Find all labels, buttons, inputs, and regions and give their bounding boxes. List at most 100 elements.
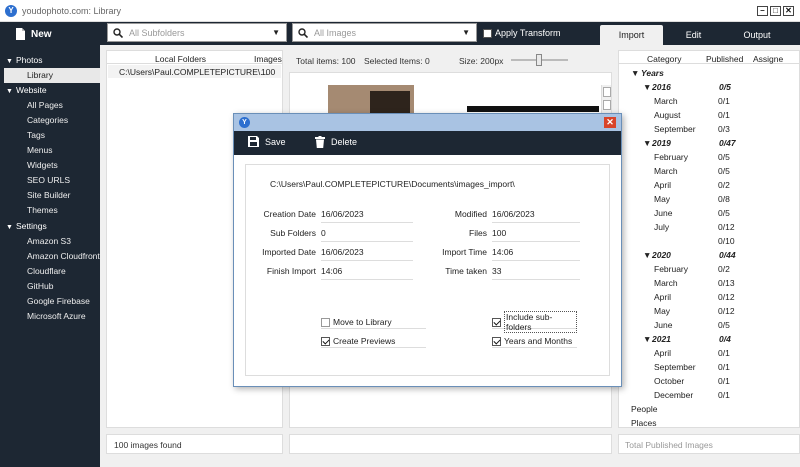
- col-images[interactable]: Images: [254, 54, 282, 64]
- sidebar-item-menus[interactable]: Menus: [0, 143, 100, 158]
- apply-transform-checkbox[interactable]: Apply Transform: [483, 28, 561, 38]
- month-label: September: [654, 124, 696, 134]
- col-published[interactable]: Published: [706, 54, 743, 64]
- sidebar-item-tags[interactable]: Tags: [0, 128, 100, 143]
- folder-path: C:\Users\Paul.COMPLETEPICTURE\...: [119, 67, 268, 77]
- move-to-library-label: Move to Library: [333, 317, 392, 327]
- sidebar-item-microsoft-azure[interactable]: Microsoft Azure: [0, 309, 100, 324]
- sidebar-item-seo-urls[interactable]: SEO URLS: [0, 173, 100, 188]
- files-label: Files: [469, 228, 487, 238]
- minimize-button[interactable]: –: [757, 6, 768, 16]
- month-label: September: [654, 362, 696, 372]
- col-local-folders[interactable]: Local Folders: [155, 54, 206, 64]
- month-published-count: 0/1: [718, 362, 730, 372]
- years-and-months-checkbox[interactable]: [492, 336, 501, 346]
- tab-edit[interactable]: Edit: [665, 25, 722, 45]
- sidebar-section-settings[interactable]: ▼ Settings: [6, 219, 47, 234]
- new-button[interactable]: New: [14, 26, 52, 42]
- new-button-label: New: [31, 28, 52, 40]
- caret-down-icon: ▼: [6, 224, 13, 231]
- subfolders-dropdown[interactable]: All Subfolders ▼: [107, 23, 287, 42]
- month-published-count: 0/1: [718, 390, 730, 400]
- selected-items-text: Selected Items: 0: [364, 56, 430, 66]
- include-subfolders-checkbox[interactable]: [492, 317, 501, 327]
- month-published-count: 0/2: [718, 180, 730, 190]
- save-button[interactable]: Save: [248, 136, 286, 147]
- sidebar-item-categories[interactable]: Categories: [0, 113, 100, 128]
- time-taken-value: 33: [492, 266, 580, 280]
- month-label: April: [654, 348, 672, 358]
- month-label: August: [654, 110, 681, 120]
- total-published-status: Total Published Images: [625, 440, 713, 450]
- dialog-close-button[interactable]: ✕: [604, 117, 616, 128]
- year-published-count: 0/44: [719, 250, 736, 260]
- create-previews-option[interactable]: Create Previews: [321, 335, 426, 348]
- sidebar-item-widgets[interactable]: Widgets: [0, 158, 100, 173]
- month-label: March: [654, 96, 678, 106]
- move-to-library-checkbox[interactable]: [321, 317, 330, 327]
- gallery-header: Total items: 100 Selected Items: 0 Size:…: [289, 50, 612, 70]
- category-label: Places: [631, 418, 657, 428]
- month-label: April: [654, 292, 672, 302]
- years-label: Years: [641, 68, 664, 78]
- scroll-up-button[interactable]: [603, 87, 611, 97]
- sidebar-item-amazon-s3[interactable]: Amazon S3: [0, 234, 100, 249]
- window-title: youdophoto.com: Library: [22, 6, 122, 16]
- month-published-count: 0/1: [718, 348, 730, 358]
- apply-transform-box[interactable]: [483, 28, 492, 38]
- app-logo-icon: Y: [5, 5, 17, 17]
- month-published-count: 0/1: [718, 96, 730, 106]
- month-published-count: 0/5: [718, 166, 730, 176]
- imported-date-label: Imported Date: [262, 247, 316, 257]
- include-subfolders-option[interactable]: Include sub-folders: [492, 311, 577, 333]
- delete-button[interactable]: Delete: [315, 136, 357, 148]
- close-window-button[interactable]: ✕: [783, 6, 794, 16]
- create-previews-label: Create Previews: [333, 336, 396, 346]
- month-published-count: 0/2: [718, 264, 730, 274]
- sidebar-item-cloudflare[interactable]: Cloudflare: [0, 264, 100, 279]
- month-label: May: [654, 194, 671, 204]
- modified-label: Modified: [454, 209, 487, 219]
- sidebar-item-all-pages[interactable]: All Pages: [0, 98, 100, 113]
- images-filter-value: All Images: [314, 27, 357, 38]
- tab-output[interactable]: Output: [724, 25, 790, 45]
- modified-value: 16/06/2023: [492, 209, 580, 223]
- tab-import[interactable]: Import: [600, 25, 663, 45]
- sidebar-item-library[interactable]: Library: [4, 68, 100, 83]
- year-published-count: 0/4: [719, 334, 731, 344]
- move-to-library-option[interactable]: Move to Library: [321, 316, 426, 329]
- caret-down-icon: ▼: [643, 334, 652, 344]
- maximize-button[interactable]: □: [770, 6, 781, 16]
- col-category[interactable]: Category: [647, 54, 682, 64]
- sidebar-item-google-firebase[interactable]: Google Firebase: [0, 294, 100, 309]
- month-published-count: 0/5: [718, 208, 730, 218]
- month-label: February: [654, 152, 689, 162]
- chevron-down-icon: ▼: [272, 28, 280, 37]
- month-label: April: [654, 180, 672, 190]
- year-label: 2016: [652, 82, 671, 92]
- search-icon: [113, 27, 123, 38]
- sidebar-item-site-builder[interactable]: Site Builder: [0, 188, 100, 203]
- sidebar-item-themes[interactable]: Themes: [0, 203, 100, 218]
- sidebar-item-amazon-cloudfront[interactable]: Amazon Cloudfront: [0, 249, 100, 264]
- images-filter-dropdown[interactable]: All Images ▼: [292, 23, 477, 42]
- category-label: People: [631, 404, 658, 414]
- sidebar-item-github[interactable]: GitHub: [0, 279, 100, 294]
- sidebar-section-website[interactable]: ▼ Website: [6, 83, 47, 98]
- folder-row[interactable]: C:\Users\Paul.COMPLETEPICTURE\... 100: [108, 65, 281, 78]
- col-assigned[interactable]: Assigne: [753, 54, 783, 64]
- save-label: Save: [265, 136, 286, 147]
- sidebar-section-photos[interactable]: ▼ Photos: [6, 53, 42, 68]
- scrollbar-thumb[interactable]: [603, 100, 611, 110]
- category-status-bar: Total Published Images: [618, 434, 800, 454]
- month-published-count: 0/10: [718, 236, 735, 246]
- years-and-months-option[interactable]: Years and Months: [492, 335, 577, 348]
- gallery-scrollbar[interactable]: [601, 85, 611, 115]
- sub-folders-label: Sub Folders: [270, 228, 316, 238]
- create-previews-checkbox[interactable]: [321, 336, 330, 346]
- size-slider-thumb[interactable]: [536, 54, 542, 66]
- caret-down-icon: ▼: [6, 58, 13, 65]
- finish-import-label: Finish Import: [266, 266, 316, 276]
- photo-thumbnail-2[interactable]: [467, 106, 599, 112]
- sidebar-section-label: Settings: [16, 221, 47, 231]
